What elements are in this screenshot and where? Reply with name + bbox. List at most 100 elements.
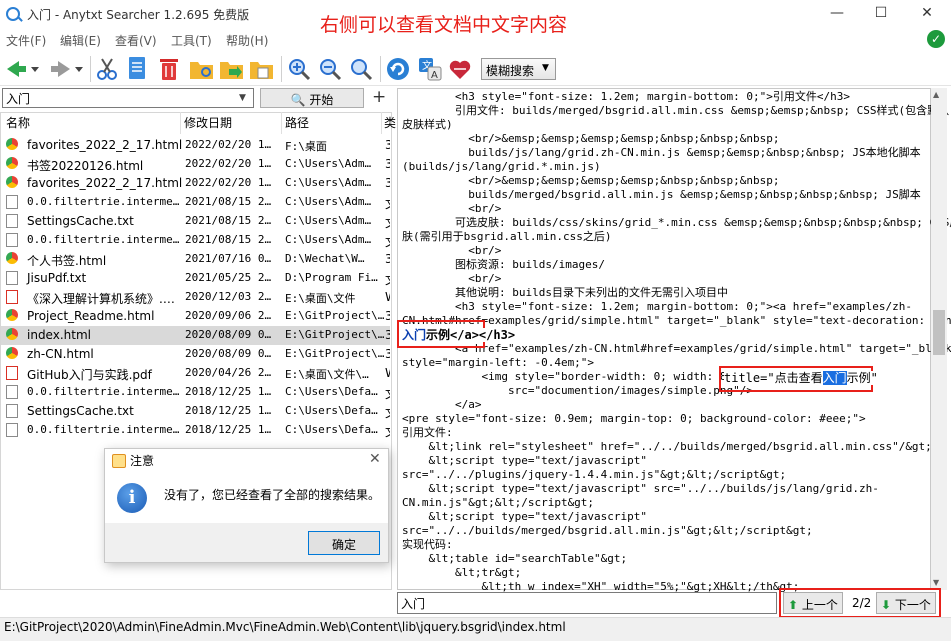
open-folder-icon[interactable]: [189, 57, 215, 81]
fuzzy-search-label: 模糊搜索: [486, 64, 535, 78]
copy-document-icon[interactable]: [125, 56, 149, 82]
preview-line: 引用文件:: [402, 426, 453, 439]
scroll-down-arrow-icon[interactable]: ▼: [933, 578, 939, 587]
menu-help[interactable]: 帮助(H): [226, 32, 268, 49]
zoom-in-icon[interactable]: [287, 57, 311, 81]
search-history-dropdown-icon[interactable]: ▼: [239, 93, 246, 103]
search-icon: 🔍: [290, 93, 306, 107]
delete-trash-icon[interactable]: [157, 56, 181, 82]
forward-dropdown-icon[interactable]: [74, 64, 84, 74]
list-item-type: 3: [385, 176, 390, 190]
scroll-up-arrow-icon[interactable]: ▲: [933, 90, 939, 99]
list-item-path: D:\Program Fi…: [285, 271, 378, 284]
favorite-heart-icon[interactable]: [448, 57, 472, 81]
preview-line: src="../../plugins/jquery-1.4.4.min.js"&…: [402, 468, 787, 481]
list-item-name: GitHub入门与实践.pdf: [27, 368, 152, 382]
table-row[interactable]: 0.0.filtertrie.interme… 2021/08/15 2… C:\U…: [1, 193, 390, 212]
preview-line: builds/js/lang/grid.zh-CN.min.js &emsp;&…: [402, 146, 921, 159]
close-button[interactable]: ✕: [917, 5, 937, 21]
table-row[interactable]: SettingsCache.txt 2018/12/25 1… C:\Users\D…: [1, 402, 390, 421]
table-row[interactable]: 0.0.filtertrie.interme… 2018/12/25 1… C:\U…: [1, 383, 390, 402]
list-item-name: 0.0.filtertrie.interme…: [27, 385, 180, 398]
zoom-reset-icon[interactable]: [349, 57, 373, 81]
match-line-a: 入门示例</a></h3>: [402, 328, 516, 342]
maximize-button[interactable]: ☐: [871, 5, 891, 21]
info-icon: i: [117, 483, 147, 513]
column-header-date[interactable]: 修改日期: [184, 114, 232, 131]
search-input[interactable]: [2, 88, 254, 108]
table-row[interactable]: favorites_2022_2_17.html 2022/02/20 1… F:\…: [1, 136, 390, 155]
column-header-name[interactable]: 名称: [6, 114, 30, 131]
list-item-type: 3: [385, 328, 390, 342]
column-divider[interactable]: [180, 112, 181, 134]
table-row[interactable]: 0.0.filtertrie.interme… 2018/12/25 1… C:\U…: [1, 421, 390, 440]
preview-line: <h3 style="font-size: 1.2em; margin-bott…: [402, 300, 912, 313]
start-search-button[interactable]: 🔍 开始: [260, 88, 364, 108]
table-row[interactable]: JisuPdf.txt 2021/05/25 2… D:\Program Fi… 文: [1, 269, 390, 288]
chrome-icon: [6, 157, 18, 169]
menu-file[interactable]: 文件(F): [6, 32, 46, 49]
list-item-type: 文: [385, 214, 390, 231]
find-in-document-input[interactable]: [397, 592, 777, 614]
check-status-icon[interactable]: ✓: [927, 30, 945, 48]
window-title: 入门 - Anytxt Searcher 1.2.695 免费版: [27, 8, 250, 22]
match-count: 2/2: [852, 596, 872, 610]
table-row[interactable]: zh-CN.html 2020/08/09 0… E:\GitProject\… 3: [1, 345, 390, 364]
text-file-icon: [6, 385, 18, 399]
list-item-name: SettingsCache.txt: [27, 214, 134, 228]
menu-tools[interactable]: 工具(T): [171, 32, 212, 49]
column-divider[interactable]: [381, 112, 382, 134]
import-icon[interactable]: [249, 57, 275, 81]
table-row[interactable]: 《深入理解计算机系统》.… 2020/12/03 2… E:\桌面\文件 W: [1, 288, 390, 307]
dialog-close-button[interactable]: ✕: [369, 451, 381, 467]
preview-line: <br/>: [402, 272, 502, 285]
list-item-name: 书签20220126.html: [27, 159, 144, 173]
list-item-path: C:\Users\Adm…: [285, 157, 372, 170]
table-row[interactable]: 书签20220126.html 2022/02/20 1… C:\Users\Adm…: [1, 155, 390, 174]
next-match-button[interactable]: ⬇ 下一个: [876, 592, 936, 614]
cut-icon[interactable]: [95, 57, 119, 81]
menu-view[interactable]: 查看(V): [115, 32, 157, 49]
table-row[interactable]: favorites_2022_2_17.html 2022/02/20 1… C:\…: [1, 174, 390, 193]
list-item-type: 3: [385, 347, 390, 361]
column-header-path[interactable]: 路径: [285, 114, 309, 131]
back-dropdown-icon[interactable]: [30, 64, 40, 74]
dialog-message: 没有了，您已经查看了全部的搜索结果。: [164, 488, 381, 502]
preview-line: (builds/js/lang/grid.*.min.js): [402, 160, 601, 173]
add-tab-button[interactable]: +: [372, 87, 386, 107]
back-arrow-icon[interactable]: [5, 58, 27, 80]
column-divider[interactable]: [281, 112, 282, 134]
list-item-type: 文: [385, 423, 390, 440]
dialog-ok-button[interactable]: 确定: [308, 531, 380, 555]
list-item-type: 3: [385, 309, 390, 323]
table-row[interactable]: SettingsCache.txt 2021/08/15 2… C:\Users\A…: [1, 212, 390, 231]
text-file-icon: [6, 214, 18, 228]
column-header-type[interactable]: 类: [384, 114, 396, 131]
previous-match-label: 上一个: [801, 598, 838, 612]
preview-line: &lt;script type="text/javascript": [402, 510, 648, 523]
list-item-date: 2021/05/25 2…: [185, 271, 272, 284]
list-item-path: E:\桌面\文件: [285, 292, 356, 305]
table-row[interactable]: GitHub入门与实践.pdf 2020/04/26 2… E:\桌面\文件\… W: [1, 364, 390, 383]
table-row[interactable]: 个人书签.html 2021/07/16 0… D:\Wechat\W… 3: [1, 250, 390, 269]
previous-match-button[interactable]: ⬆ 上一个: [783, 592, 843, 614]
scrollbar-thumb[interactable]: [933, 310, 945, 355]
list-item-type: 3: [385, 252, 390, 266]
table-row[interactable]: 0.0.filtertrie.interme… 2021/08/15 2… C:\U…: [1, 231, 390, 250]
menu-edit[interactable]: 编辑(E): [60, 32, 101, 49]
fuzzy-search-dropdown[interactable]: 模糊搜索 ▼: [481, 58, 556, 80]
list-item-path: C:\Users\Defa…: [285, 404, 378, 417]
minimize-button[interactable]: —: [827, 5, 847, 21]
translate-icon[interactable]: 文A: [418, 57, 442, 81]
list-item-name: 0.0.filtertrie.interme…: [27, 233, 180, 246]
svg-text:A: A: [431, 70, 438, 81]
forward-arrow-icon[interactable]: [50, 58, 72, 80]
list-item-date: 2021/08/15 2…: [185, 195, 272, 208]
table-row[interactable]: Project_Readme.html 2020/09/06 2… E:\GitPr…: [1, 307, 390, 326]
preview-line: src="../../builds/merged/bsgrid.all.min.…: [402, 524, 813, 537]
export-icon[interactable]: [219, 57, 245, 81]
table-row[interactable]: index.html 2020/08/09 0… E:\GitProject\… 3: [1, 326, 390, 345]
zoom-out-icon[interactable]: [318, 57, 342, 81]
refresh-icon[interactable]: [386, 57, 410, 81]
start-search-label: 开始: [309, 93, 334, 107]
